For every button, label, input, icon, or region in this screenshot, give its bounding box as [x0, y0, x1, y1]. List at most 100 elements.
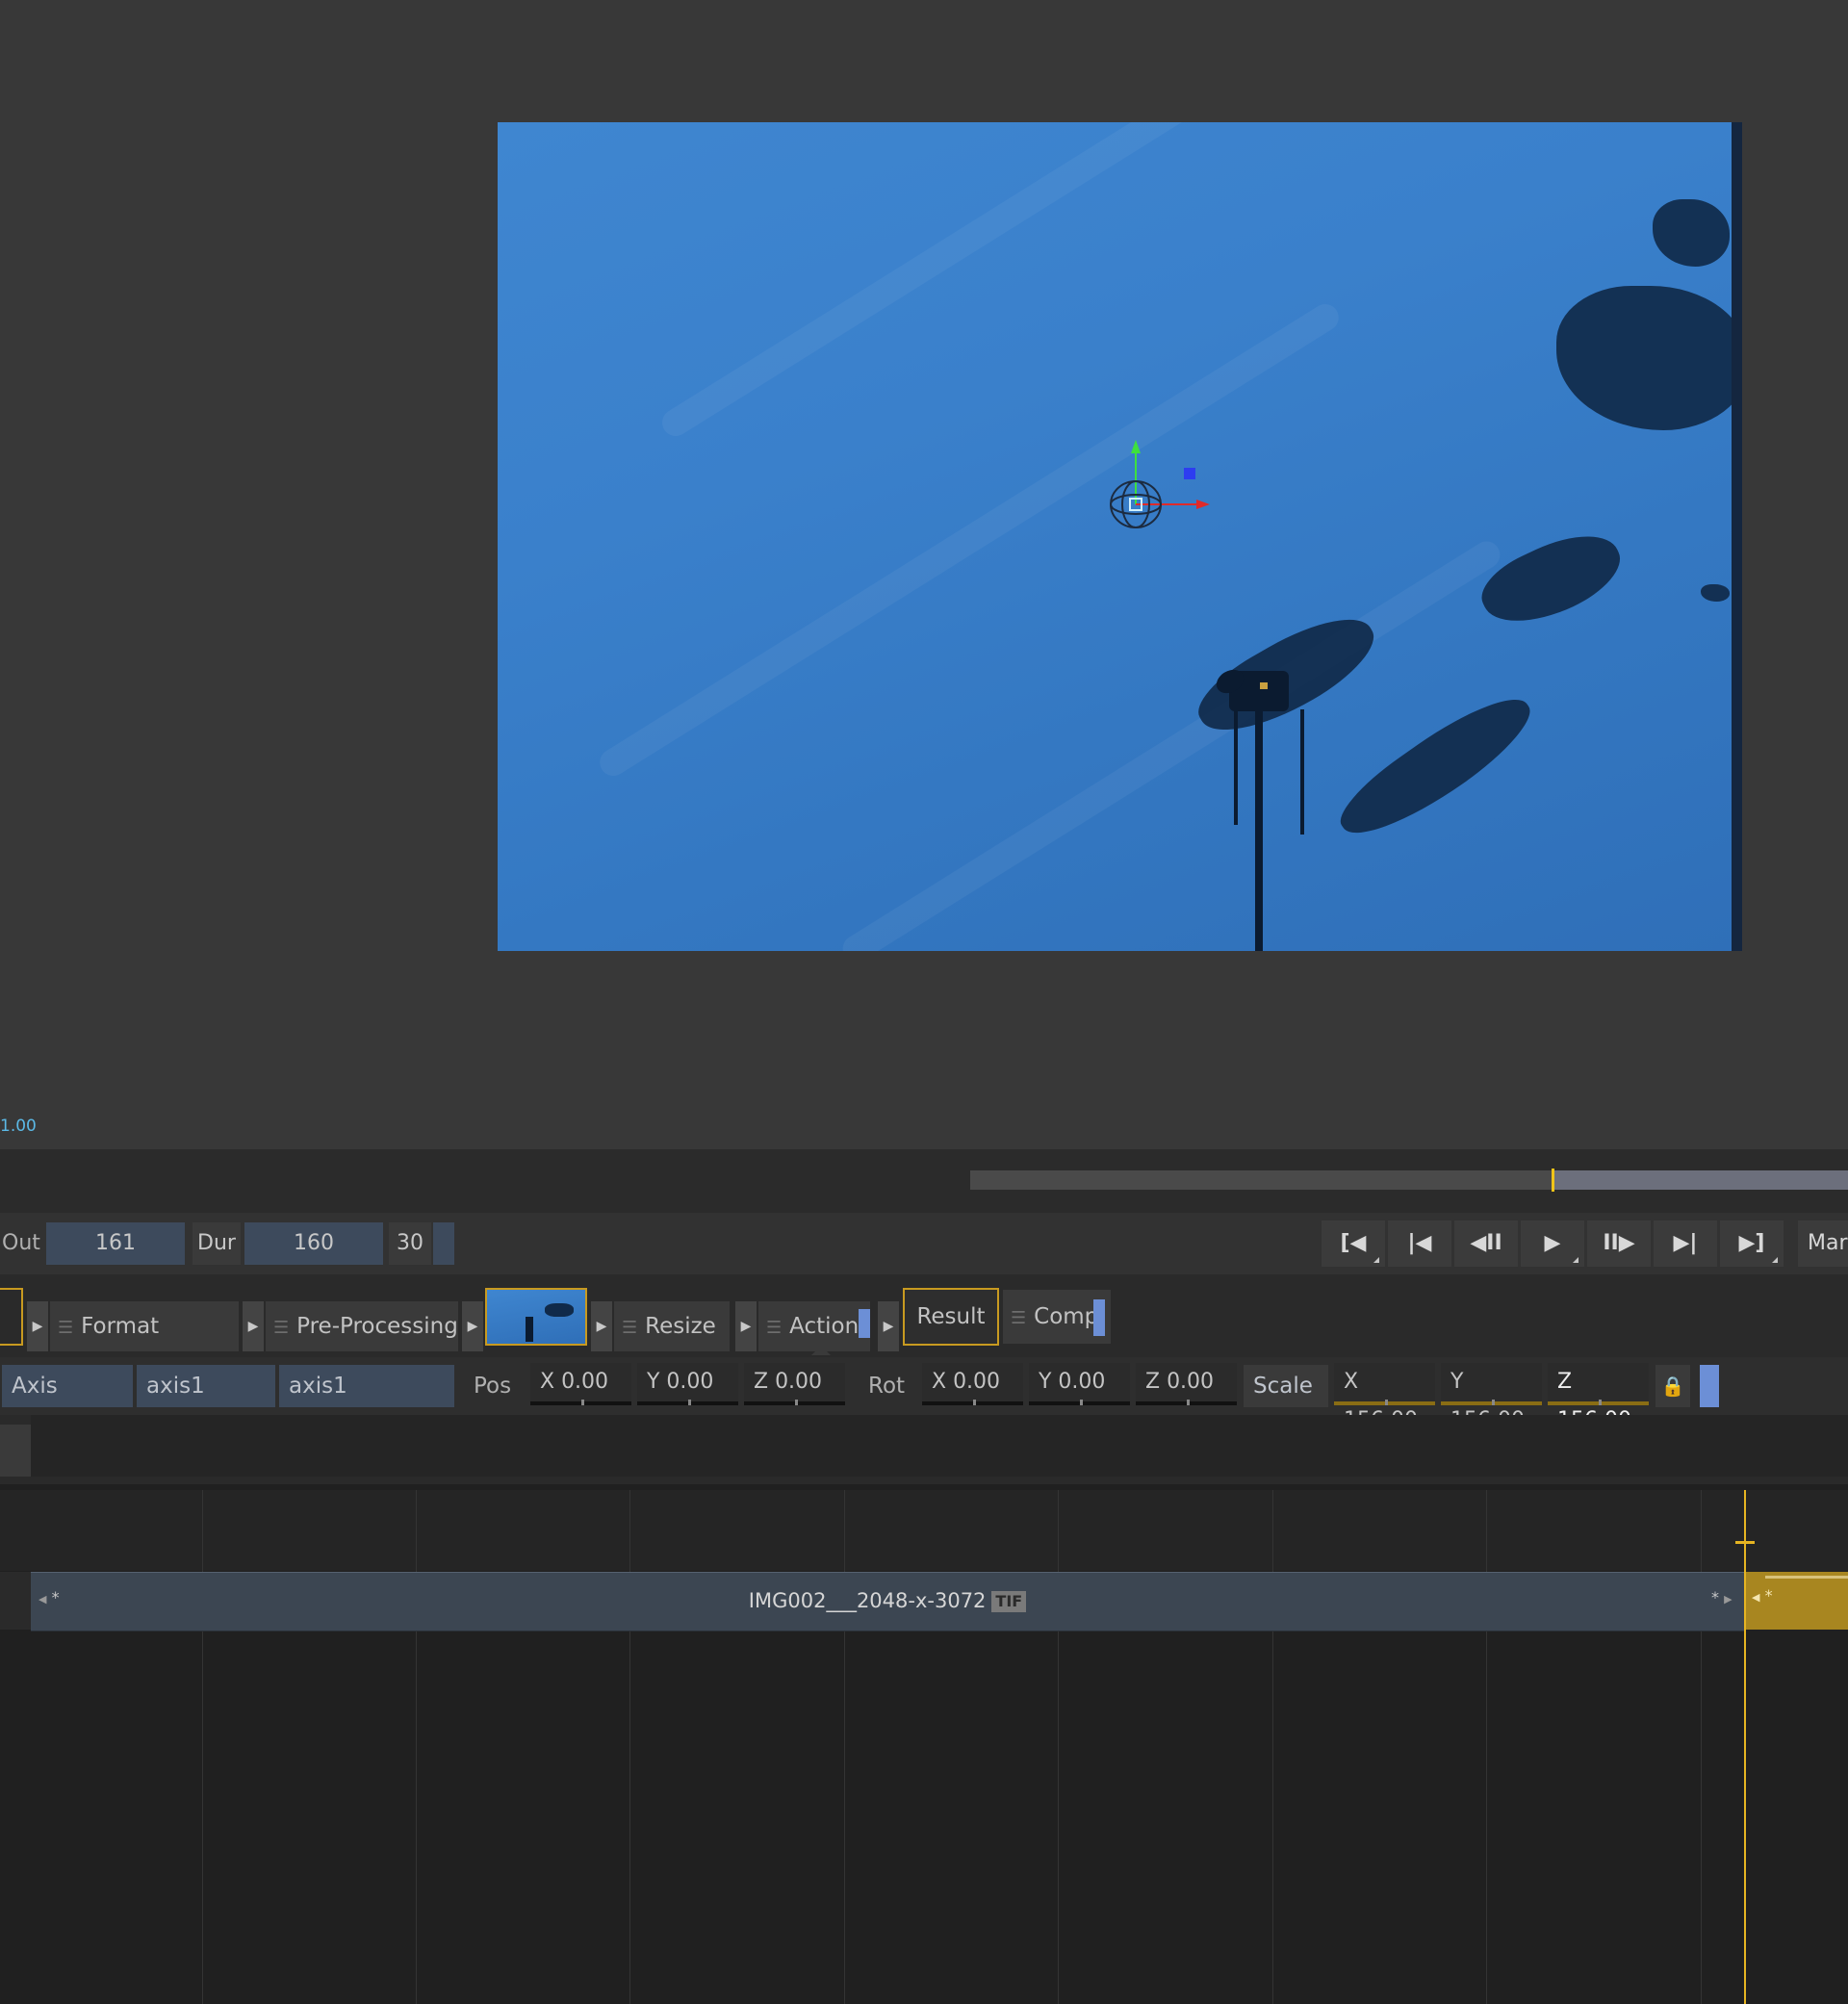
next-keyframe-button[interactable]: ▶| [1654, 1220, 1717, 1267]
timeline-gridline [1058, 1490, 1059, 2004]
clip-name: IMG002___2048-x-3072 [748, 1589, 987, 1612]
object-parent-field[interactable]: axis1 [279, 1365, 454, 1407]
scrub-track[interactable] [970, 1170, 1552, 1190]
position-label: Pos [474, 1374, 512, 1399]
expand-arrow-icon[interactable]: ▶ [878, 1301, 899, 1351]
thumbnail-rock [545, 1303, 574, 1317]
expand-arrow-icon[interactable]: ▶ [735, 1301, 757, 1351]
next-clip-star: * [1764, 1586, 1773, 1605]
pre-processing-node[interactable]: ☰ Pre-Processing [266, 1301, 458, 1351]
next-clip[interactable]: ◀ * [1746, 1572, 1848, 1630]
comp-label: Comp [1034, 1304, 1099, 1329]
previous-keyframe-icon: |◀ [1407, 1231, 1432, 1255]
tool-band-area [31, 1415, 1848, 1477]
next-clip-marker: ◀ * [1752, 1586, 1773, 1605]
rotation-y-value: Y 0.00 [1039, 1370, 1106, 1394]
expand-arrow-icon[interactable]: ▶ [462, 1301, 483, 1351]
dur-label: Dur [192, 1222, 241, 1265]
timeline-gridline [1486, 1490, 1487, 2004]
object-type-field[interactable]: Axis [2, 1365, 133, 1407]
out-label: Out [2, 1231, 40, 1255]
rotation-z-value: Z 0.00 [1145, 1370, 1215, 1394]
timeline-gridline [1272, 1490, 1273, 2004]
position-z-field[interactable]: Z 0.00 [744, 1363, 845, 1405]
position-y-field[interactable]: Y 0.00 [637, 1363, 738, 1405]
thumbnail-tripod [526, 1317, 533, 1342]
playhead-marker [1735, 1541, 1755, 1544]
rock-shape [1328, 680, 1544, 855]
next-keyframe-icon: ▶| [1673, 1231, 1698, 1255]
play-button[interactable]: ▶ [1521, 1220, 1584, 1267]
next-clip-highlight [1765, 1576, 1848, 1579]
drag-handle-icon: ☰ [622, 1318, 638, 1338]
go-to-start-button[interactable]: [◀ [1322, 1220, 1385, 1267]
drag-handle-icon: ☰ [766, 1318, 783, 1338]
scale-lock-icon[interactable]: 🔒 [1656, 1365, 1690, 1407]
scale-label: Scale [1244, 1365, 1328, 1407]
selected-node-pointer-icon [811, 1346, 831, 1355]
timeline-gridline [844, 1490, 845, 2004]
film-edge [1732, 122, 1742, 951]
position-x-field[interactable]: X 0.00 [530, 1363, 631, 1405]
tripod-shadow [1255, 709, 1263, 951]
rotation-x-value: X 0.00 [932, 1370, 1001, 1394]
clip-end-star: * [1711, 1588, 1719, 1606]
viewer-image[interactable] [498, 122, 1742, 951]
action-node-indicator [859, 1309, 870, 1338]
track-header[interactable] [0, 1572, 31, 1630]
rotation-x-field[interactable]: X 0.00 [922, 1363, 1023, 1405]
out-frame-field[interactable]: 161 [46, 1222, 185, 1265]
clip-format-badge: TIF [991, 1591, 1027, 1612]
timeline-ruler[interactable] [0, 1490, 1848, 1571]
step-forward-icon: II▶ [1603, 1231, 1635, 1255]
rotation-label: Rot [868, 1374, 906, 1399]
go-to-end-button[interactable]: ▶] [1720, 1220, 1784, 1267]
expand-arrow-icon[interactable]: ▶ [27, 1301, 48, 1351]
object-name-field[interactable]: axis1 [137, 1365, 275, 1407]
duration-field[interactable]: 160 [244, 1222, 383, 1265]
position-x-value: X 0.00 [540, 1370, 609, 1394]
drag-handle-icon: ☰ [58, 1318, 74, 1338]
scale-z-field[interactable]: Z 156.00 [1548, 1363, 1649, 1432]
rotation-z-field[interactable]: Z 0.00 [1136, 1363, 1237, 1405]
camera-detail [1260, 682, 1268, 689]
zoom-readout: 1.00 [0, 1117, 37, 1136]
scrub-track-cached[interactable] [1552, 1170, 1848, 1190]
result-node[interactable]: Result [903, 1288, 999, 1346]
scale-x-field[interactable]: X 156.00 [1334, 1363, 1435, 1432]
rock-shape [1701, 584, 1730, 602]
expand-arrow-icon[interactable]: ▶ [243, 1301, 264, 1351]
rock-shape [1653, 199, 1730, 267]
action-label: Action [789, 1314, 860, 1339]
scale-y-field[interactable]: Y 156.00 [1441, 1363, 1542, 1432]
strap-shadow [1234, 700, 1238, 825]
source-thumbnail[interactable] [485, 1288, 587, 1346]
clip-end-marker: * ▶ [1711, 1588, 1732, 1606]
step-back-icon: ◀II [1470, 1231, 1502, 1255]
axis-gizmo[interactable] [1085, 430, 1219, 546]
format-options-node[interactable]: ☰Format Options [50, 1301, 239, 1391]
drag-handle-icon: ☰ [1011, 1308, 1027, 1328]
expand-arrow-icon[interactable]: ▶ [591, 1301, 612, 1351]
timeline-gridline [1701, 1490, 1702, 2004]
rotation-y-field[interactable]: Y 0.00 [1029, 1363, 1130, 1405]
step-forward-button[interactable]: II▶ [1587, 1220, 1651, 1267]
previous-keyframe-button[interactable]: |◀ [1388, 1220, 1451, 1267]
resize-node[interactable]: ☰ Resize [614, 1301, 730, 1351]
fps-field[interactable]: 30 [389, 1222, 431, 1265]
tool-band-tab[interactable] [0, 1425, 31, 1477]
pre-processing-label: Pre-Processing [296, 1314, 458, 1339]
step-back-button[interactable]: ◀II [1454, 1220, 1518, 1267]
comp-node-indicator [1093, 1299, 1105, 1336]
play-icon: ▶ [1544, 1231, 1561, 1255]
go-to-end-icon: ▶] [1738, 1231, 1765, 1255]
action-node[interactable]: ☰ Action [758, 1301, 870, 1351]
pipeline-node-previous[interactable] [0, 1288, 23, 1346]
strap-shadow [1300, 709, 1304, 835]
timeline-gridline [416, 1490, 417, 2004]
snow-texture [837, 536, 1505, 951]
scrub-playhead[interactable] [1552, 1169, 1554, 1192]
mark-button[interactable]: Mark [1798, 1220, 1848, 1267]
timeline-gridline [629, 1490, 630, 2004]
timeline-playhead[interactable] [1744, 1490, 1746, 2004]
